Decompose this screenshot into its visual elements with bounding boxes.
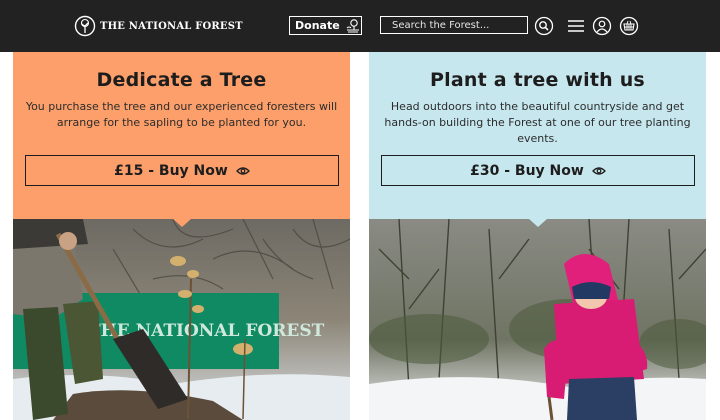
buy-now-button[interactable]: £30 - Buy Now [381, 155, 695, 186]
account-button[interactable] [592, 16, 612, 36]
card-description: Head outdoors into the beautiful country… [384, 100, 691, 145]
card-description: You purchase the tree and our experience… [25, 100, 338, 129]
basket-icon [619, 16, 639, 36]
child-planting-photo [369, 219, 706, 420]
search-input[interactable] [380, 16, 528, 34]
eye-arrow-icon [235, 166, 250, 175]
card-info-panel: Plant a tree with us Head outdoors into … [369, 52, 706, 219]
menu-button[interactable] [566, 16, 586, 36]
eye-arrow-icon [591, 166, 606, 175]
site-logo[interactable]: THE NATIONAL FOREST [74, 14, 243, 38]
tree-planting-photo: THE NATIONAL FOREST [13, 219, 350, 420]
plant-tree-card: Plant a tree with us Head outdoors into … [369, 52, 706, 420]
donate-button[interactable]: Donate [289, 16, 362, 35]
child-in-snow-image [369, 219, 706, 420]
buy-now-label: £15 - Buy Now [114, 162, 228, 179]
panel-pointer [529, 219, 547, 227]
account-icon [592, 16, 612, 36]
dedicate-tree-card: Dedicate a Tree You purchase the tree an… [13, 52, 350, 420]
buy-now-button[interactable]: £15 - Buy Now [25, 155, 339, 186]
site-header: THE NATIONAL FOREST Donate [0, 0, 720, 52]
logo-text: THE NATIONAL FOREST [100, 20, 243, 32]
donate-label: Donate [295, 19, 340, 32]
panel-pointer [173, 219, 191, 227]
menu-icon [568, 20, 584, 32]
search-icon [534, 16, 554, 36]
forester-digging-image: THE NATIONAL FOREST [13, 219, 350, 420]
card-title: Plant a tree with us [430, 69, 645, 91]
card-title: Dedicate a Tree [96, 69, 267, 91]
buy-now-label: £30 - Buy Now [470, 162, 584, 179]
tree-logo-icon [74, 15, 96, 37]
basket-button[interactable] [619, 16, 639, 36]
search-button[interactable] [534, 16, 554, 36]
card-info-panel: Dedicate a Tree You purchase the tree an… [13, 52, 350, 219]
donate-tree-icon [346, 18, 359, 33]
